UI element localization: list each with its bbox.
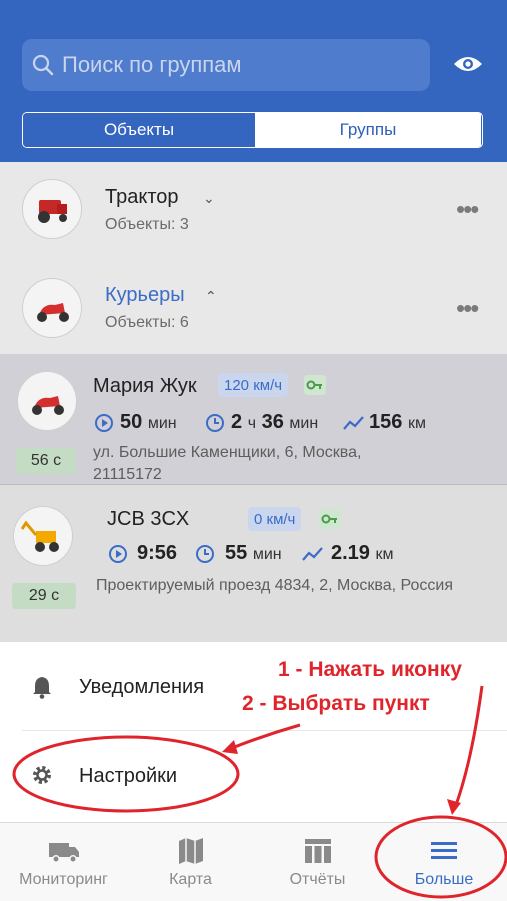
group-count: Объекты: 6	[105, 314, 189, 331]
clock-icon	[196, 545, 214, 563]
scooter-icon	[32, 396, 64, 415]
map-icon	[178, 838, 203, 864]
mileage: 156 км	[369, 411, 426, 433]
tab-reports[interactable]: Отчёты	[254, 823, 381, 901]
parking-time: 50 мин	[120, 411, 177, 433]
eye-icon[interactable]	[453, 53, 483, 75]
object-row-jcb[interactable]: 29 с JCB 3CX 0 км/ч 9:56 55 мин 2.19 км …	[0, 485, 507, 642]
tab-monitoring[interactable]: Мониторинг	[0, 823, 127, 901]
trip-duration: 55 мин	[225, 542, 282, 564]
menu-item-notifications[interactable]: Уведомления	[79, 676, 204, 699]
group-row-tractor[interactable]: Трактор ⌄ Объекты: 3 •••	[0, 162, 507, 260]
group-name: Курьеры	[105, 284, 185, 306]
scooter-icon	[37, 303, 69, 322]
tab-label: Карта	[169, 871, 212, 888]
bell-icon	[33, 677, 51, 699]
group-count: Объекты: 3	[105, 216, 189, 233]
search-icon	[32, 54, 54, 76]
key-icon	[319, 509, 341, 529]
more-options-icon[interactable]: •••	[456, 196, 479, 222]
last-update-badge: 56 с	[16, 448, 76, 474]
key-icon	[304, 375, 326, 395]
object-row-maria[interactable]: 56 с Мария Жук 120 км/ч 50 мин 2 ч 36 ми…	[0, 354, 507, 485]
courier-avatar	[22, 278, 82, 338]
tab-objects[interactable]: Объекты	[23, 113, 255, 147]
annotation-step2: 2 - Выбрать пункт	[242, 692, 430, 715]
object-name: Мария Жук	[93, 375, 197, 397]
group-name: Трактор	[105, 186, 179, 208]
more-options-icon[interactable]: •••	[456, 295, 479, 321]
bottom-tab-bar: Мониторинг Карта Отчёты Больше	[0, 822, 507, 901]
tab-label: Мониторинг	[19, 871, 108, 888]
object-avatar	[13, 506, 73, 566]
tab-map[interactable]: Карта	[127, 823, 254, 901]
tab-more[interactable]: Больше	[381, 823, 507, 901]
play-circle-icon	[95, 414, 113, 432]
tractor-icon	[38, 200, 67, 223]
menu-divider	[22, 730, 507, 731]
segmented-control: Объекты Группы	[22, 112, 483, 148]
speed-badge: 120 км/ч	[218, 373, 289, 397]
trip-duration: 2 ч 36 мин	[231, 411, 319, 433]
truck-icon	[48, 843, 79, 863]
gear-icon	[33, 766, 51, 784]
excavator-icon	[20, 520, 59, 552]
object-address: Проектируемый проезд 4834, 2, Москва, Ро…	[96, 577, 453, 594]
menu-icon	[431, 842, 457, 859]
object-name: JCB 3CX	[107, 508, 190, 530]
mileage: 2.19 км	[331, 542, 394, 564]
last-update-badge: 29 с	[12, 583, 76, 609]
tab-label: Отчёты	[289, 871, 346, 888]
object-avatar	[17, 371, 77, 431]
group-row-couriers[interactable]: Курьеры ⌃ Объекты: 6 •••	[0, 259, 507, 357]
tab-groups[interactable]: Группы	[255, 113, 481, 147]
reports-icon	[304, 839, 331, 863]
annotation-step1: 1 - Нажать иконку	[278, 658, 462, 681]
search-placeholder: Поиск по группам	[62, 52, 242, 77]
speed-badge: 0 км/ч	[248, 507, 302, 531]
chevron-down-icon[interactable]: ⌄	[203, 190, 215, 207]
trend-icon	[343, 416, 364, 430]
play-circle-icon	[109, 545, 127, 563]
menu-item-settings[interactable]: Настройки	[79, 765, 177, 788]
chevron-up-icon[interactable]: ⌃	[205, 288, 217, 305]
clock-icon	[206, 414, 224, 432]
tab-label: Больше	[414, 871, 474, 888]
parking-time: 9:56	[137, 542, 178, 564]
tractor-avatar	[22, 179, 82, 239]
trend-icon	[302, 547, 323, 561]
object-address: ул. Большие Каменщики, 6, Москва, 211151…	[93, 444, 362, 483]
